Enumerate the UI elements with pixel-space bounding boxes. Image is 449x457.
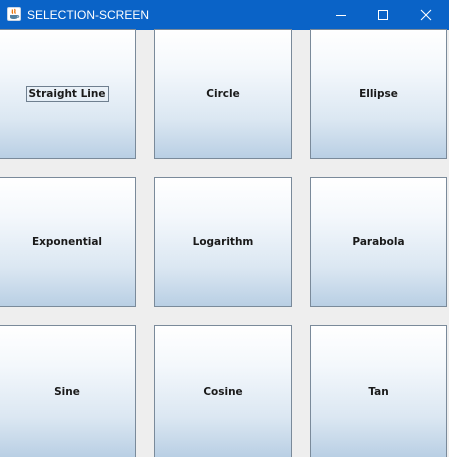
straight-line-button[interactable]: Straight Line	[0, 29, 136, 159]
cosine-button[interactable]: Cosine	[154, 325, 292, 457]
parabola-label: Parabola	[352, 236, 405, 248]
tan-label: Tan	[368, 385, 389, 398]
title-bar[interactable]: SELECTION-SCREEN	[0, 0, 449, 30]
exponential-button[interactable]: Exponential	[0, 177, 136, 307]
minimize-button[interactable]	[318, 0, 364, 30]
straight-line-label: Straight Line	[25, 86, 109, 102]
logarithm-label: Logarithm	[192, 236, 254, 248]
maximize-icon	[378, 10, 388, 20]
logarithm-button[interactable]: Logarithm	[154, 177, 292, 307]
parabola-button[interactable]: Parabola	[310, 177, 447, 307]
sine-label: Sine	[54, 385, 80, 398]
circle-label: Circle	[206, 88, 240, 100]
tan-button[interactable]: Tan	[310, 325, 447, 457]
java-icon	[7, 7, 21, 21]
close-icon	[420, 9, 432, 21]
cosine-label: Cosine	[203, 385, 243, 398]
sine-button[interactable]: Sine	[0, 325, 136, 457]
maximize-button[interactable]	[360, 0, 406, 30]
button-grid: Straight Line Circle Ellipse Exponential…	[0, 29, 449, 457]
ellipse-label: Ellipse	[359, 88, 398, 100]
selection-screen-window: SELECTION-SCREEN Straight Line Circle El…	[0, 0, 449, 457]
circle-button[interactable]: Circle	[154, 29, 292, 159]
window-title: SELECTION-SCREEN	[27, 8, 150, 22]
exponential-label: Exponential	[31, 236, 103, 248]
close-button[interactable]	[403, 0, 449, 30]
minimize-icon	[336, 15, 346, 16]
ellipse-button[interactable]: Ellipse	[310, 29, 447, 159]
